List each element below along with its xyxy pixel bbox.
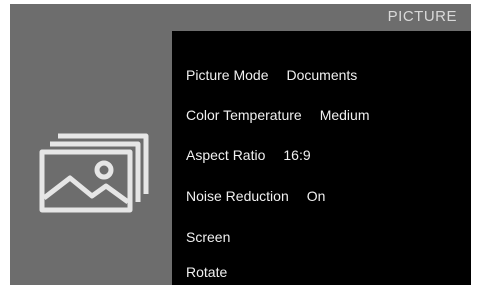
menu-item-screen[interactable]: Screen [186,229,230,251]
menu-header: PICTURE [10,4,471,31]
menu-item-label: Noise Reduction [186,188,289,204]
menu-item-noise-reduction[interactable]: Noise Reduction On [186,188,325,210]
menu-item-value: Medium [319,107,370,123]
settings-panel: Picture Mode Documents Color Temperature M… [172,31,471,285]
menu-item-picture-mode[interactable]: Picture Mode Documents [186,67,357,89]
menu-item-value: Documents [286,67,358,83]
menu-item-label: Color Temperature [186,107,302,123]
pictures-icon [36,128,156,218]
menu-item-label: Rotate [186,264,228,280]
osd-screen: PICTURE Picture Mode Documents Color Temp… [10,4,471,285]
menu-item-rotate[interactable]: Rotate [186,264,227,286]
menu-item-label: Aspect Ratio [186,147,266,163]
menu-item-aspect-ratio[interactable]: Aspect Ratio 16:9 [186,147,311,169]
menu-item-value: On [306,188,326,204]
menu-title: PICTURE [387,8,457,25]
menu-item-label: Picture Mode [186,67,269,83]
menu-item-value: 16:9 [283,147,311,163]
menu-item-label: Screen [186,229,231,245]
menu-item-color-temperature[interactable]: Color Temperature Medium [186,107,369,129]
